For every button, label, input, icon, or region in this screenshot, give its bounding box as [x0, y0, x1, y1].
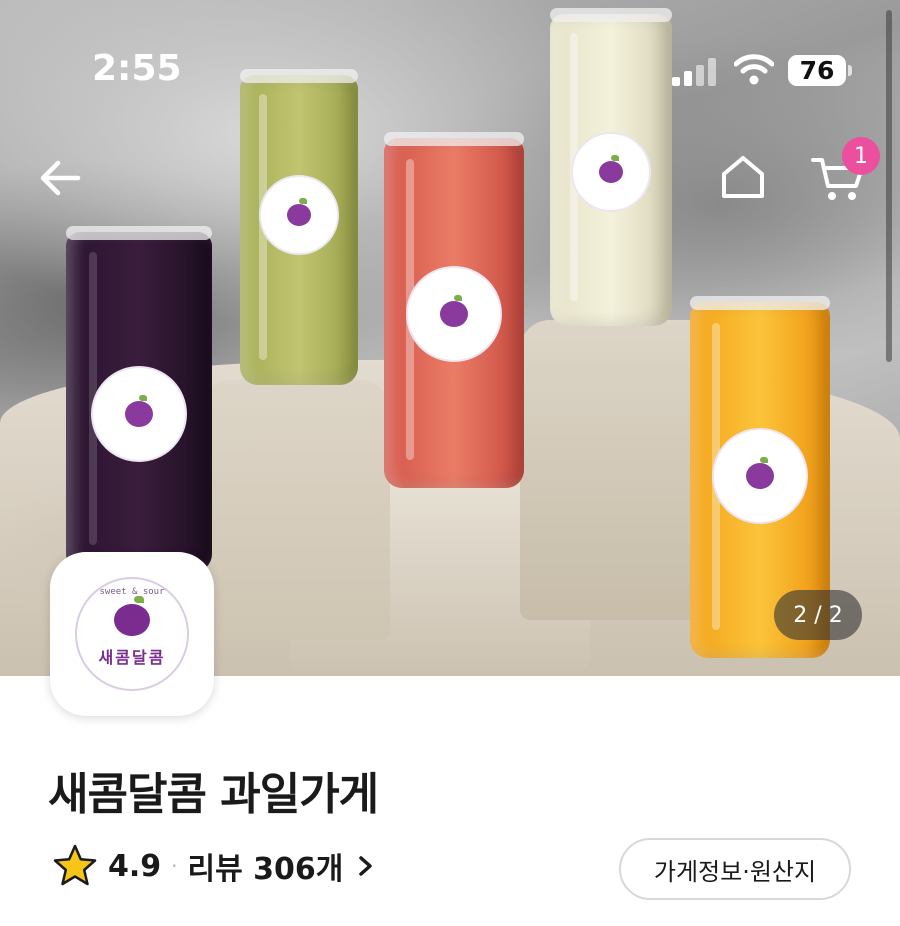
- purple-juice-bottle: [66, 226, 212, 572]
- bottle-sticker: [406, 266, 502, 362]
- bottle-sticker: [712, 428, 808, 524]
- arrow-left-icon[interactable]: [38, 156, 82, 200]
- rating-row: 4.9 · 리뷰 306개: [52, 842, 375, 890]
- store-logo: sweet & sour 새콤달콤: [50, 552, 214, 716]
- pedestal-left: [200, 380, 390, 640]
- separator-dot: ·: [171, 854, 178, 878]
- status-time: 2:55: [92, 48, 182, 89]
- reviews-label: 리뷰 306개: [187, 852, 344, 887]
- white-juice-bottle: [550, 8, 672, 326]
- logo-name: 새콤달콤: [98, 648, 166, 667]
- scrollbar[interactable]: [886, 10, 892, 362]
- plum-icon: [114, 596, 150, 636]
- signal-icon: [672, 58, 720, 86]
- cart-count-badge: 1: [842, 137, 880, 175]
- store-title: 새콤달콤 과일가게: [48, 769, 379, 820]
- bottle-sticker: [259, 175, 339, 255]
- red-juice-bottle: [384, 132, 524, 488]
- logo-tagline: sweet & sour: [99, 587, 165, 597]
- rating-value: 4.9: [108, 848, 162, 884]
- bottle-sticker: [571, 132, 651, 212]
- battery-indicator: 76: [788, 55, 852, 86]
- logo-emblem: sweet & sour 새콤달콤: [75, 577, 189, 691]
- wifi-icon: [734, 54, 774, 85]
- star-icon: [53, 844, 97, 886]
- store-info-button[interactable]: 가게정보·원산지: [619, 838, 851, 900]
- image-page-counter: 2 / 2: [774, 590, 862, 640]
- bottle-sticker: [91, 366, 187, 462]
- home-icon[interactable]: [718, 152, 768, 202]
- green-juice-bottle: [240, 69, 358, 385]
- reviews-link[interactable]: 리뷰 306개: [188, 844, 376, 888]
- chevron-right-icon: [359, 856, 373, 876]
